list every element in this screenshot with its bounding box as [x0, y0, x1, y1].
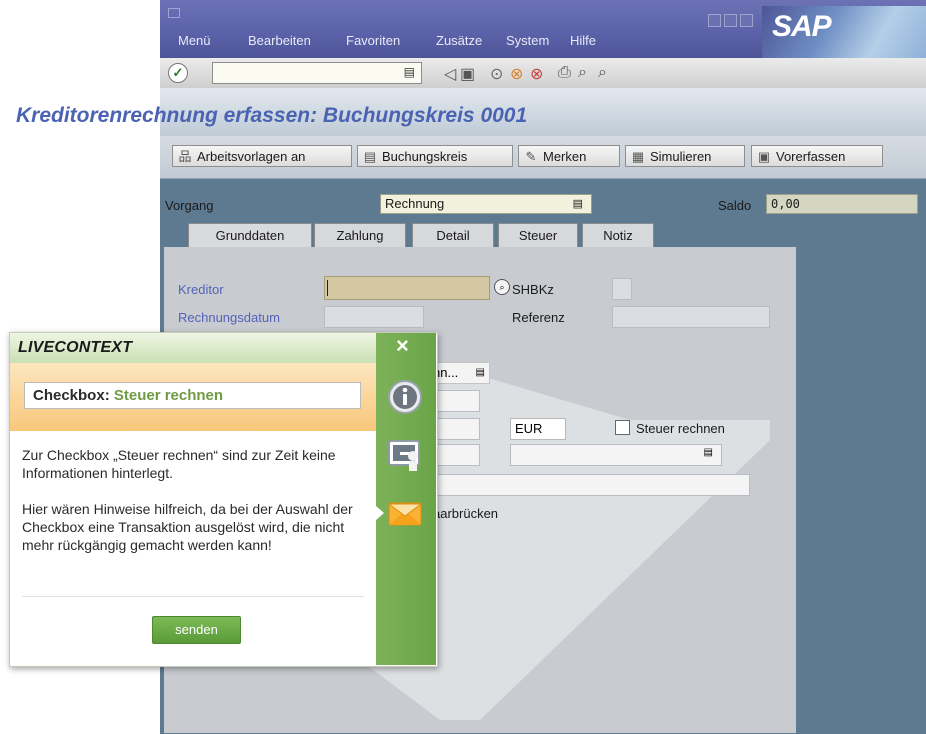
- close-window-icon[interactable]: [740, 14, 753, 27]
- text-input[interactable]: [430, 474, 750, 496]
- maximize-icon[interactable]: [724, 14, 737, 27]
- hierarchy-icon: 品: [178, 149, 192, 164]
- search-help-icon[interactable]: ⌕: [494, 279, 510, 295]
- arbeitsvorlagen-button[interactable]: 品 Arbeitsvorlagen an: [172, 145, 352, 167]
- menu-bar: Menü Bearbeiten Favoriten Zusätze System…: [160, 0, 926, 58]
- simulate-icon: ▦: [631, 149, 645, 164]
- command-field[interactable]: ▤: [212, 62, 422, 84]
- system-menu-icon[interactable]: [168, 8, 180, 18]
- context-field: Checkbox: Steuer rechnen: [24, 382, 361, 409]
- dropdown-icon: ▤: [475, 367, 485, 378]
- back-arrow-icon[interactable]: ◁: [444, 64, 456, 84]
- park-icon: ▣: [757, 149, 771, 164]
- info-icon[interactable]: [386, 378, 424, 416]
- buchungskreis-button[interactable]: ▤ Buchungskreis: [357, 145, 513, 167]
- tax-code-select[interactable]: ▤: [510, 444, 722, 466]
- kreditor-label: Kreditor: [178, 282, 224, 297]
- livecontext-title: LIVECONTEXT: [18, 339, 133, 356]
- steuer-rechnen-label: Steuer rechnen: [636, 421, 725, 436]
- back-icon[interactable]: ⊙: [490, 64, 503, 84]
- info-paragraph-1: Zur Checkbox „Steuer rechnen“ sind zur Z…: [22, 447, 336, 481]
- menu-item-menue[interactable]: Menü: [178, 33, 211, 48]
- kreditor-input[interactable]: [324, 276, 490, 300]
- presentation-icon[interactable]: [386, 436, 424, 474]
- tab-steuer[interactable]: Steuer: [498, 223, 578, 247]
- mail-icon[interactable]: [386, 494, 424, 532]
- saldo-label: Saldo: [718, 198, 752, 213]
- menu-item-hilfe[interactable]: Hilfe: [570, 33, 596, 48]
- close-icon[interactable]: ×: [396, 335, 409, 357]
- vorgang-label: Vorgang: [165, 198, 214, 213]
- minimize-icon[interactable]: [708, 14, 721, 27]
- tab-zahlung[interactable]: Zahlung: [314, 223, 406, 247]
- enter-check-icon[interactable]: ✓: [168, 63, 188, 83]
- active-indicator: [376, 506, 384, 520]
- dropdown-icon: ▤: [572, 198, 583, 210]
- rechnungsdatum-label: Rechnungsdatum: [178, 310, 280, 325]
- tab-grunddaten[interactable]: Grunddaten: [188, 223, 312, 247]
- cancel-icon[interactable]: ⊗: [530, 64, 543, 84]
- vorgang-select[interactable]: Rechnung ▤: [380, 194, 592, 214]
- page-title: Kreditorenrechnung erfassen: Buchungskre…: [16, 104, 528, 127]
- find-next-icon[interactable]: ⌕: [598, 64, 607, 82]
- save-icon[interactable]: ▣: [460, 64, 475, 84]
- print-icon[interactable]: ⎙: [558, 64, 571, 82]
- menu-item-favoriten[interactable]: Favoriten: [346, 33, 400, 48]
- partial-dropdown[interactable]: hn... ▤: [430, 362, 490, 384]
- menu-item-zusaetze[interactable]: Zusätze: [436, 33, 482, 48]
- hold-icon: ✎: [525, 149, 537, 164]
- simulieren-button[interactable]: ▦ Simulieren: [625, 145, 745, 167]
- tab-notiz[interactable]: Notiz: [582, 223, 654, 247]
- menu-item-system[interactable]: System: [506, 33, 549, 48]
- standard-toolbar: ✓ ▤ ◁ ▣ ⊙ ⊗ ⊗ ⎙ ⌕ ⌕: [160, 58, 926, 89]
- send-button[interactable]: senden: [152, 616, 241, 644]
- steuer-rechnen-checkbox[interactable]: [615, 420, 630, 435]
- shbkz-input[interactable]: [612, 278, 632, 300]
- divider: [22, 596, 364, 597]
- command-dropdown-icon[interactable]: ▤: [404, 65, 415, 79]
- tab-detail[interactable]: Detail: [412, 223, 494, 247]
- sap-logo: SAP: [762, 6, 926, 58]
- vorerfassen-button[interactable]: ▣ Vorerfassen: [751, 145, 883, 167]
- find-icon[interactable]: ⌕: [578, 64, 587, 82]
- saldo-value: 0,00: [766, 194, 918, 214]
- company-code-icon: ▤: [363, 149, 377, 164]
- merken-button[interactable]: ✎ Merken: [518, 145, 620, 167]
- exit-icon[interactable]: ⊗: [510, 64, 523, 84]
- partial-city-text: aarbrücken: [433, 506, 499, 521]
- dropdown-icon: ▤: [703, 447, 713, 458]
- info-paragraph-2: Hier wären Hinweise hilfreich, da bei de…: [22, 501, 353, 553]
- shbkz-label: SHBKz: [512, 282, 554, 297]
- menu-item-bearbeiten[interactable]: Bearbeiten: [248, 33, 311, 48]
- currency-input[interactable]: EUR: [510, 418, 566, 440]
